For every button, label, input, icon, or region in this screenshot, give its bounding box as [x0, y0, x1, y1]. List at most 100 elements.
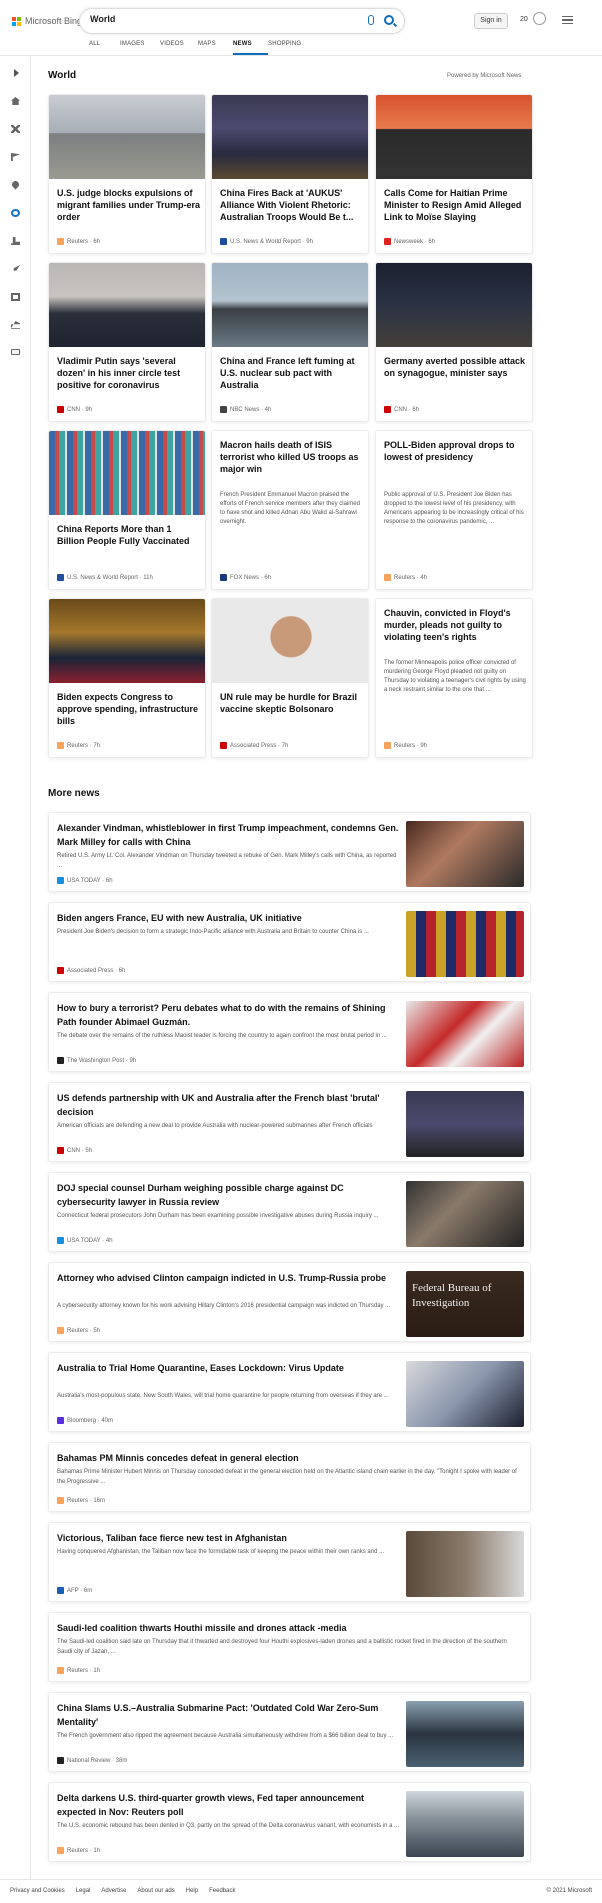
- news-item-source[interactable]: USA TODAY · 4h: [57, 1237, 113, 1244]
- card-thumbnail[interactable]: [212, 599, 368, 683]
- news-item-title[interactable]: Attorney who advised Clinton campaign in…: [57, 1271, 401, 1285]
- news-item-title[interactable]: Delta darkens U.S. third-quarter growth …: [57, 1791, 401, 1819]
- card-title[interactable]: China Fires Back at 'AUKUS' Alliance Wit…: [220, 187, 364, 223]
- news-item-source[interactable]: Reuters · 16m: [57, 1497, 105, 1504]
- news-item-source[interactable]: Reuters · 5h: [57, 1327, 100, 1334]
- card-source[interactable]: Newsweek · 6h: [384, 238, 435, 245]
- news-list-item[interactable]: How to bury a terrorist? Peru debates wh…: [48, 992, 531, 1072]
- news-list-item[interactable]: US defends partnership with UK and Austr…: [48, 1082, 531, 1162]
- news-item-title[interactable]: Victorious, Taliban face fierce new test…: [57, 1531, 401, 1545]
- news-item-title[interactable]: China Slams U.S.–Australia Submarine Pac…: [57, 1701, 401, 1729]
- news-item-thumbnail[interactable]: [406, 1181, 524, 1247]
- news-card[interactable]: POLL-Biden approval drops to lowest of p…: [375, 430, 533, 590]
- rewards-points[interactable]: 20: [520, 16, 528, 23]
- tab-news[interactable]: NEWS: [233, 41, 268, 55]
- tools-icon[interactable]: [11, 125, 20, 133]
- rewards-icon[interactable]: [533, 12, 546, 25]
- sign-in-button[interactable]: Sign in: [474, 13, 508, 29]
- news-item-source[interactable]: The Washington Post · 9h: [57, 1057, 136, 1064]
- news-card[interactable]: China Fires Back at 'AUKUS' Alliance Wit…: [211, 94, 369, 254]
- footer-link-about-ads[interactable]: About our ads: [137, 1888, 174, 1894]
- card-source[interactable]: CNN · 6h: [384, 406, 419, 413]
- news-card[interactable]: Vladimir Putin says 'several dozen' in h…: [48, 262, 206, 422]
- news-item-title[interactable]: Biden angers France, EU with new Austral…: [57, 911, 401, 925]
- news-item-source[interactable]: Associated Press · 6h: [57, 967, 125, 974]
- search-icon[interactable]: [384, 15, 394, 25]
- bing-logo[interactable]: Microsoft Bing: [12, 16, 82, 26]
- news-list-item[interactable]: China Slams U.S.–Australia Submarine Pac…: [48, 1692, 531, 1772]
- card-thumbnail[interactable]: [212, 263, 368, 347]
- news-list-item[interactable]: Biden angers France, EU with new Austral…: [48, 902, 531, 982]
- globe-icon[interactable]: [11, 209, 20, 217]
- news-card[interactable]: Biden expects Congress to approve spendi…: [48, 598, 206, 758]
- card-thumbnail[interactable]: [376, 95, 532, 179]
- card-title[interactable]: Germany averted possible attack on synag…: [384, 355, 528, 379]
- card-title[interactable]: China and France left fuming at U.S. nuc…: [220, 355, 364, 391]
- news-item-title[interactable]: Saudi-led coalition thwarts Houthi missi…: [57, 1621, 517, 1635]
- card-thumbnail[interactable]: [212, 95, 368, 179]
- credit-card-icon[interactable]: [11, 349, 20, 355]
- tab-shopping[interactable]: SHOPPING: [268, 41, 308, 55]
- card-thumbnail[interactable]: [49, 95, 205, 179]
- card-source[interactable]: U.S. News & World Report · 9h: [220, 238, 313, 245]
- card-source[interactable]: NBC News · 4h: [220, 406, 271, 413]
- microphone-icon[interactable]: [368, 15, 374, 25]
- news-item-thumbnail[interactable]: [406, 1701, 524, 1767]
- news-item-title[interactable]: How to bury a terrorist? Peru debates wh…: [57, 1001, 401, 1029]
- news-item-thumbnail[interactable]: [406, 1001, 524, 1067]
- card-title[interactable]: Chauvin, convicted in Floyd's murder, pl…: [384, 607, 528, 643]
- news-item-thumbnail[interactable]: [406, 1531, 524, 1597]
- footer-link-advertise[interactable]: Advertise: [101, 1888, 126, 1894]
- news-card[interactable]: Germany averted possible attack on synag…: [375, 262, 533, 422]
- footer-link-feedback[interactable]: Feedback: [209, 1888, 235, 1894]
- bank-icon[interactable]: [11, 321, 20, 329]
- film-icon[interactable]: [11, 293, 20, 301]
- news-item-thumbnail[interactable]: [406, 1791, 524, 1857]
- news-list-item[interactable]: Delta darkens U.S. third-quarter growth …: [48, 1782, 531, 1862]
- microscope-icon[interactable]: [11, 237, 20, 245]
- card-source[interactable]: Reuters · 6h: [57, 238, 100, 245]
- powered-by[interactable]: Powered by Microsoft News: [447, 73, 521, 79]
- news-item-source[interactable]: Reuters · 1h: [57, 1667, 100, 1674]
- news-item-source[interactable]: National Review · 38m: [57, 1757, 127, 1764]
- location-pin-icon[interactable]: [10, 179, 21, 190]
- news-item-source[interactable]: Bloomberg · 40m: [57, 1417, 113, 1424]
- news-item-thumbnail[interactable]: [406, 911, 524, 977]
- news-item-source[interactable]: USA TODAY · 6h: [57, 877, 113, 884]
- card-thumbnail[interactable]: [49, 431, 205, 515]
- news-card[interactable]: China and France left fuming at U.S. nuc…: [211, 262, 369, 422]
- hamburger-menu-icon[interactable]: [562, 16, 573, 24]
- card-thumbnail[interactable]: [376, 263, 532, 347]
- news-item-thumbnail[interactable]: [406, 821, 524, 887]
- news-item-thumbnail[interactable]: [406, 1091, 524, 1157]
- flag-icon[interactable]: [11, 153, 20, 161]
- news-list-item[interactable]: Bahamas PM Minnis concedes defeat in gen…: [48, 1442, 531, 1512]
- search-input[interactable]: [90, 14, 330, 24]
- card-source[interactable]: Reuters · 9h: [384, 742, 427, 749]
- card-title[interactable]: Macron hails death of ISIS terrorist who…: [220, 439, 364, 475]
- news-card[interactable]: Macron hails death of ISIS terrorist who…: [211, 430, 369, 590]
- footer-link-legal[interactable]: Legal: [76, 1888, 91, 1894]
- news-card[interactable]: China Reports More than 1 Billion People…: [48, 430, 206, 590]
- footer-link-help[interactable]: Help: [186, 1888, 198, 1894]
- news-item-title[interactable]: Alexander Vindman, whistleblower in firs…: [57, 821, 401, 849]
- news-item-source[interactable]: AFP · 6m: [57, 1587, 92, 1594]
- news-card[interactable]: UN rule may be hurdle for Brazil vaccine…: [211, 598, 369, 758]
- tab-images[interactable]: IMAGES: [120, 41, 160, 55]
- card-source[interactable]: U.S. News & World Report · 11h: [57, 574, 153, 581]
- card-title[interactable]: POLL-Biden approval drops to lowest of p…: [384, 439, 528, 463]
- news-item-thumbnail[interactable]: [406, 1361, 524, 1427]
- card-source[interactable]: FOX News · 6h: [220, 574, 271, 581]
- news-list-item[interactable]: Alexander Vindman, whistleblower in firs…: [48, 812, 531, 892]
- footer-link-privacy[interactable]: Privacy and Cookies: [10, 1888, 65, 1894]
- news-list-item[interactable]: Australia to Trial Home Quarantine, Ease…: [48, 1352, 531, 1432]
- rocket-icon[interactable]: [13, 265, 20, 271]
- news-item-source[interactable]: CNN · 5h: [57, 1147, 92, 1154]
- news-item-title[interactable]: Australia to Trial Home Quarantine, Ease…: [57, 1361, 401, 1375]
- news-list-item[interactable]: Saudi-led coalition thwarts Houthi missi…: [48, 1612, 531, 1682]
- tab-all[interactable]: ALL: [89, 41, 120, 55]
- card-source[interactable]: Reuters · 7h: [57, 742, 100, 749]
- card-title[interactable]: China Reports More than 1 Billion People…: [57, 523, 201, 547]
- tab-videos[interactable]: VIDEOS: [160, 41, 198, 55]
- news-list-item[interactable]: Victorious, Taliban face fierce new test…: [48, 1522, 531, 1602]
